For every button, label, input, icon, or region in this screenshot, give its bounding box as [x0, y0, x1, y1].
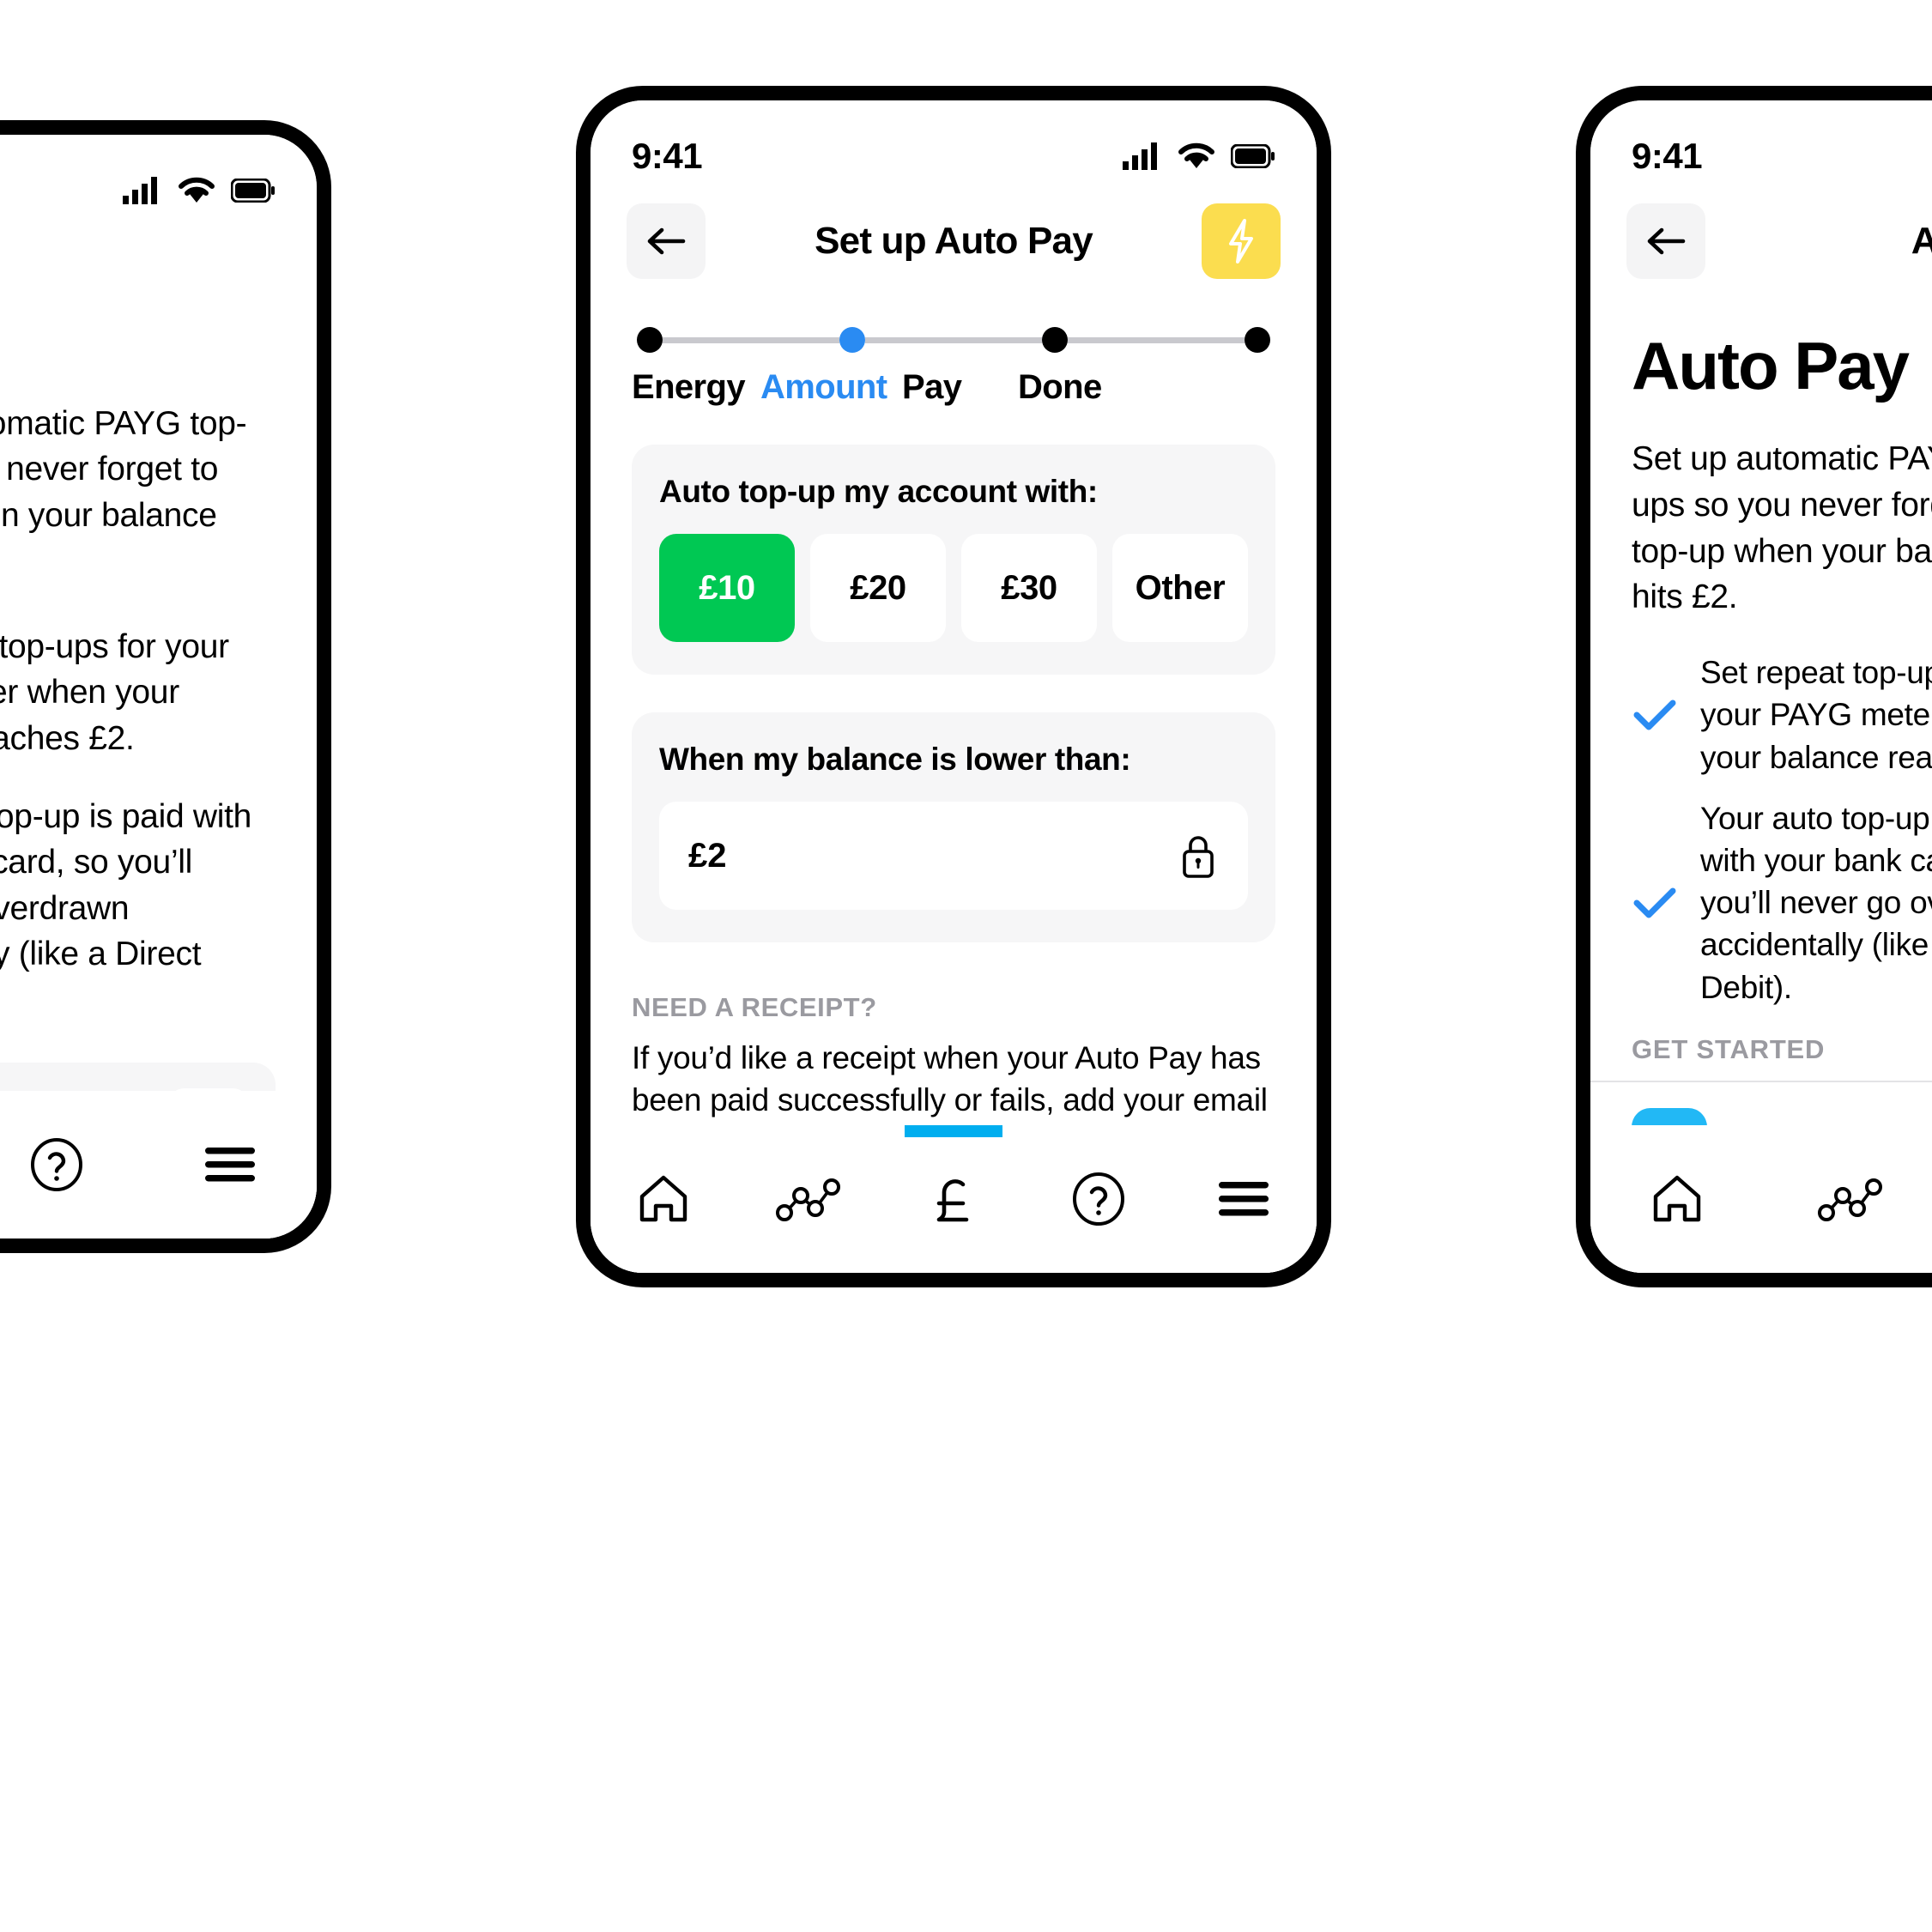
- benefit-text-2: Your auto top-up is paid with your bank …: [1700, 800, 1932, 1005]
- right-appbar: Auto Pay: [1590, 179, 1932, 282]
- step-label-done: Done: [1018, 368, 1102, 406]
- step-dot-amount[interactable]: [839, 327, 865, 353]
- home-icon: [1653, 1175, 1701, 1222]
- step-line-3: [1068, 336, 1245, 343]
- mid-nav-item-home[interactable]: [591, 1125, 736, 1273]
- mid-nav-item-menu[interactable]: [1172, 1125, 1317, 1273]
- mid-nav-item-usage[interactable]: [736, 1125, 881, 1273]
- right-bottom-nav: [1590, 1125, 1932, 1273]
- left-appbar: Auto Pay: [0, 214, 317, 317]
- arrow-left-icon: [647, 227, 686, 255]
- lightning-action-button[interactable]: [1202, 203, 1281, 279]
- right-screen: 9:41 Auto Pay Auto Pay Set up automatic …: [1590, 100, 1932, 1273]
- mid-screen: 9:41 Set up Auto Pay Energy Amount Pay D…: [591, 100, 1317, 1273]
- battery-icon: [1231, 144, 1275, 168]
- home-icon: [639, 1175, 687, 1222]
- amount-option-20[interactable]: £20: [810, 534, 946, 642]
- amount-option-other[interactable]: Other: [1112, 534, 1248, 642]
- left-bullet-2: Your auto top-up is paid with your bank …: [0, 797, 252, 973]
- usage-graph-icon: [1818, 1178, 1882, 1221]
- step-line-1: [663, 336, 839, 343]
- receipt-section-label: NEED A RECEIPT?: [632, 992, 877, 1022]
- step-label-amount: Amount: [760, 368, 887, 406]
- phone-left: Auto Pay Set up automatic PAYG top-ups s…: [0, 120, 331, 1253]
- get-started-label: GET STARTED: [1632, 1033, 1826, 1064]
- right-status-time: 9:41: [1632, 136, 1703, 176]
- question-circle-icon: [1073, 1172, 1125, 1226]
- question-circle-icon: [31, 1138, 82, 1191]
- mid-bottom-nav: [591, 1125, 1317, 1273]
- step-label-energy: Energy: [632, 368, 746, 406]
- cellular-signal-icon: [123, 177, 157, 204]
- left-bottom-nav: [0, 1091, 317, 1239]
- menu-icon: [1219, 1182, 1269, 1216]
- left-nav-item-menu[interactable]: [143, 1091, 317, 1239]
- lock-icon: [1183, 836, 1214, 878]
- step-line-2: [865, 336, 1042, 343]
- left-nav-item-help[interactable]: [0, 1091, 143, 1239]
- step-dot-energy[interactable]: [637, 327, 663, 353]
- mid-status-icons: [1123, 142, 1275, 170]
- balance-threshold-title: When my balance is lower than:: [659, 742, 1131, 777]
- right-page-heading: Auto Pay: [1632, 328, 1910, 403]
- stepper-labels: Energy Amount Pay Done: [632, 368, 1275, 407]
- mid-nav-item-help[interactable]: [1027, 1125, 1172, 1273]
- stepper-track: [632, 327, 1275, 353]
- left-appbar-title: Auto Pay: [0, 254, 317, 297]
- amount-option-30[interactable]: £30: [961, 534, 1097, 642]
- wifi-icon: [1178, 142, 1214, 168]
- right-status-bar: 9:41: [1590, 100, 1932, 179]
- list-item: Set repeat top-ups for your PAYG meter w…: [1632, 651, 1932, 778]
- benefit-text-1: Set repeat top-ups for your PAYG meter w…: [1700, 655, 1932, 775]
- menu-icon: [205, 1148, 255, 1182]
- right-nav-item-home[interactable]: [1590, 1125, 1764, 1273]
- right-intro-paragraph: Set up automatic PAYG top-ups so you nev…: [1632, 440, 1932, 616]
- cellular-signal-icon: [1123, 142, 1157, 170]
- arrow-left-icon: [1647, 227, 1686, 255]
- right-benefits-list: Set repeat top-ups for your PAYG meter w…: [1590, 651, 1932, 1008]
- left-status-icons: [123, 177, 276, 204]
- left-paragraph-1: Set up automatic PAYG top-ups so you nev…: [0, 405, 247, 534]
- battery-icon: [231, 179, 275, 203]
- setup-stepper: Energy Amount Pay Done: [591, 282, 1317, 407]
- step-label-pay: Pay: [902, 368, 962, 406]
- back-button[interactable]: [1626, 203, 1705, 279]
- screenshot-canvas: Auto Pay Set up automatic PAYG top-ups s…: [0, 0, 1932, 1932]
- mid-appbar: Set up Auto Pay: [591, 179, 1317, 282]
- phone-middle: 9:41 Set up Auto Pay Energy Amount Pay D…: [576, 86, 1331, 1287]
- pound-icon: [936, 1179, 969, 1222]
- mid-status-time: 9:41: [632, 136, 703, 176]
- amount-option-10[interactable]: £10: [659, 534, 795, 642]
- step-dot-done[interactable]: [1245, 327, 1270, 353]
- left-screen: Auto Pay Set up automatic PAYG top-ups s…: [0, 135, 317, 1239]
- mid-status-bar: 9:41: [591, 100, 1317, 179]
- wifi-icon: [179, 177, 215, 203]
- left-status-bar: [0, 135, 317, 214]
- check-icon: [1633, 887, 1676, 918]
- step-dot-pay[interactable]: [1042, 327, 1068, 353]
- balance-threshold-card: When my balance is lower than: £2: [632, 712, 1275, 942]
- right-nav-item-usage[interactable]: [1764, 1125, 1932, 1273]
- topup-amount-card: Auto top-up my account with: £10 £20 £30…: [632, 445, 1275, 675]
- list-item: Your auto top-up is paid with your bank …: [1632, 797, 1932, 1008]
- usage-graph-icon: [775, 1178, 840, 1221]
- balance-threshold-value: £2: [688, 836, 727, 875]
- check-icon: [1633, 700, 1676, 730]
- topup-amount-title: Auto top-up my account with:: [659, 474, 1098, 509]
- mid-nav-item-pound[interactable]: [881, 1125, 1026, 1273]
- topup-amount-options: £10 £20 £30 Other: [659, 534, 1248, 642]
- back-button[interactable]: [627, 203, 706, 279]
- phone-right: 9:41 Auto Pay Auto Pay Set up automatic …: [1576, 86, 1932, 1287]
- balance-threshold-field[interactable]: £2: [659, 802, 1248, 910]
- left-bullet-1: Set repeat top-ups for your PAYG meter w…: [0, 627, 229, 757]
- lightning-bolt-icon: [1229, 219, 1253, 263]
